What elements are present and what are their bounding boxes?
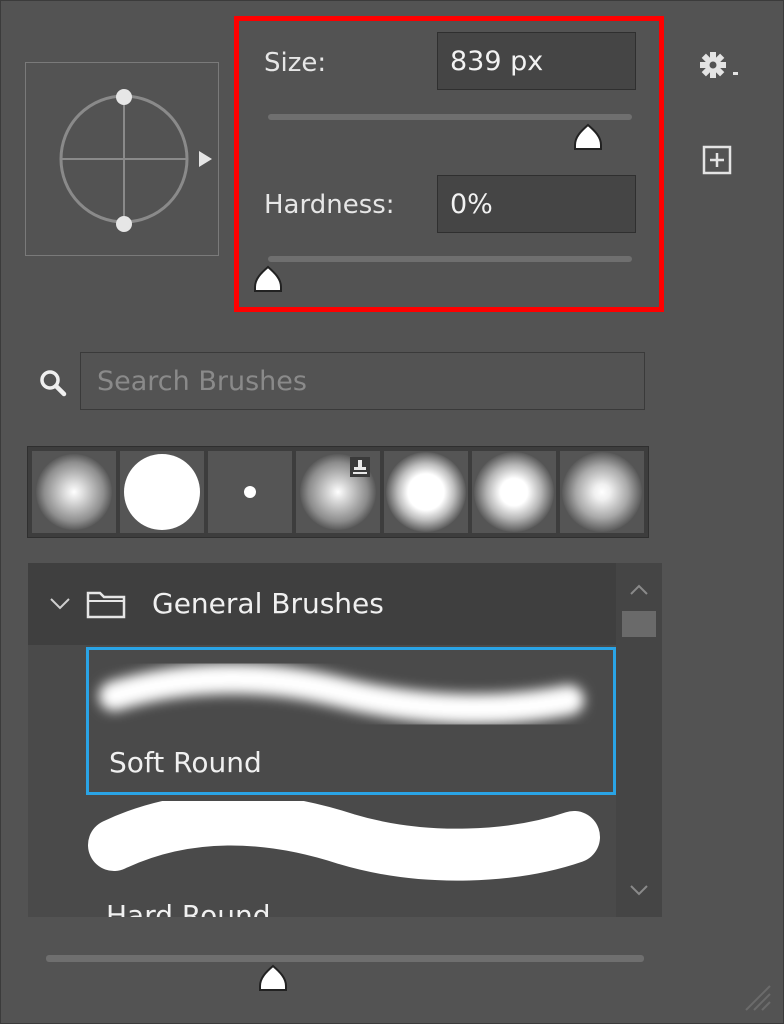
brush-item-hard-round[interactable]: Hard Round [86, 801, 616, 917]
search-icon [40, 370, 67, 397]
size-hardness-highlight [234, 16, 664, 312]
stamp-icon [350, 457, 370, 477]
roundness-handle-bottom [116, 216, 132, 232]
brush-group-header[interactable]: General Brushes [28, 563, 616, 645]
brush-name-hard-round: Hard Round [106, 899, 271, 917]
brush-name-soft-round: Soft Round [109, 746, 262, 779]
brush-item-soft-round[interactable]: Soft Round [86, 647, 616, 795]
angle-arrow-icon [199, 151, 212, 167]
gear-icon[interactable] [698, 50, 744, 82]
new-preset-icon[interactable] [702, 145, 732, 175]
recent-brush-soft-round-badge[interactable] [296, 451, 380, 533]
folder-icon [86, 591, 126, 619]
preview-size-slider-thumb[interactable] [257, 964, 289, 992]
soft-round-stroke-preview [99, 663, 584, 725]
scroll-down-icon[interactable] [628, 883, 650, 897]
brush-list-scrollbar[interactable] [616, 563, 662, 917]
hard-round-stroke-preview [88, 801, 600, 881]
brush-angle-preview[interactable] [25, 62, 219, 256]
preview-size-slider-track[interactable] [46, 955, 644, 962]
recent-brush-small-dot[interactable] [208, 451, 292, 533]
roundness-handle-top [116, 89, 132, 105]
scroll-up-icon[interactable] [628, 583, 650, 597]
resize-grip-icon[interactable] [740, 980, 774, 1014]
recent-brush-glow-round-2[interactable] [472, 451, 556, 533]
recent-brush-hard-round-large[interactable] [120, 451, 204, 533]
recent-brush-glow-round-1[interactable] [384, 451, 468, 533]
recent-brush-glow-round-3[interactable] [560, 451, 644, 533]
chevron-down-icon [733, 72, 738, 75]
search-brushes-input[interactable] [80, 352, 645, 410]
brush-list[interactable]: General Brushes Soft Round Hard Round [28, 563, 662, 917]
chevron-down-icon[interactable] [48, 595, 72, 613]
scrollbar-thumb[interactable] [622, 611, 656, 637]
recent-brushes-row [27, 446, 649, 538]
brush-group-title: General Brushes [152, 587, 384, 620]
recent-brush-soft-round-large[interactable] [32, 451, 116, 533]
